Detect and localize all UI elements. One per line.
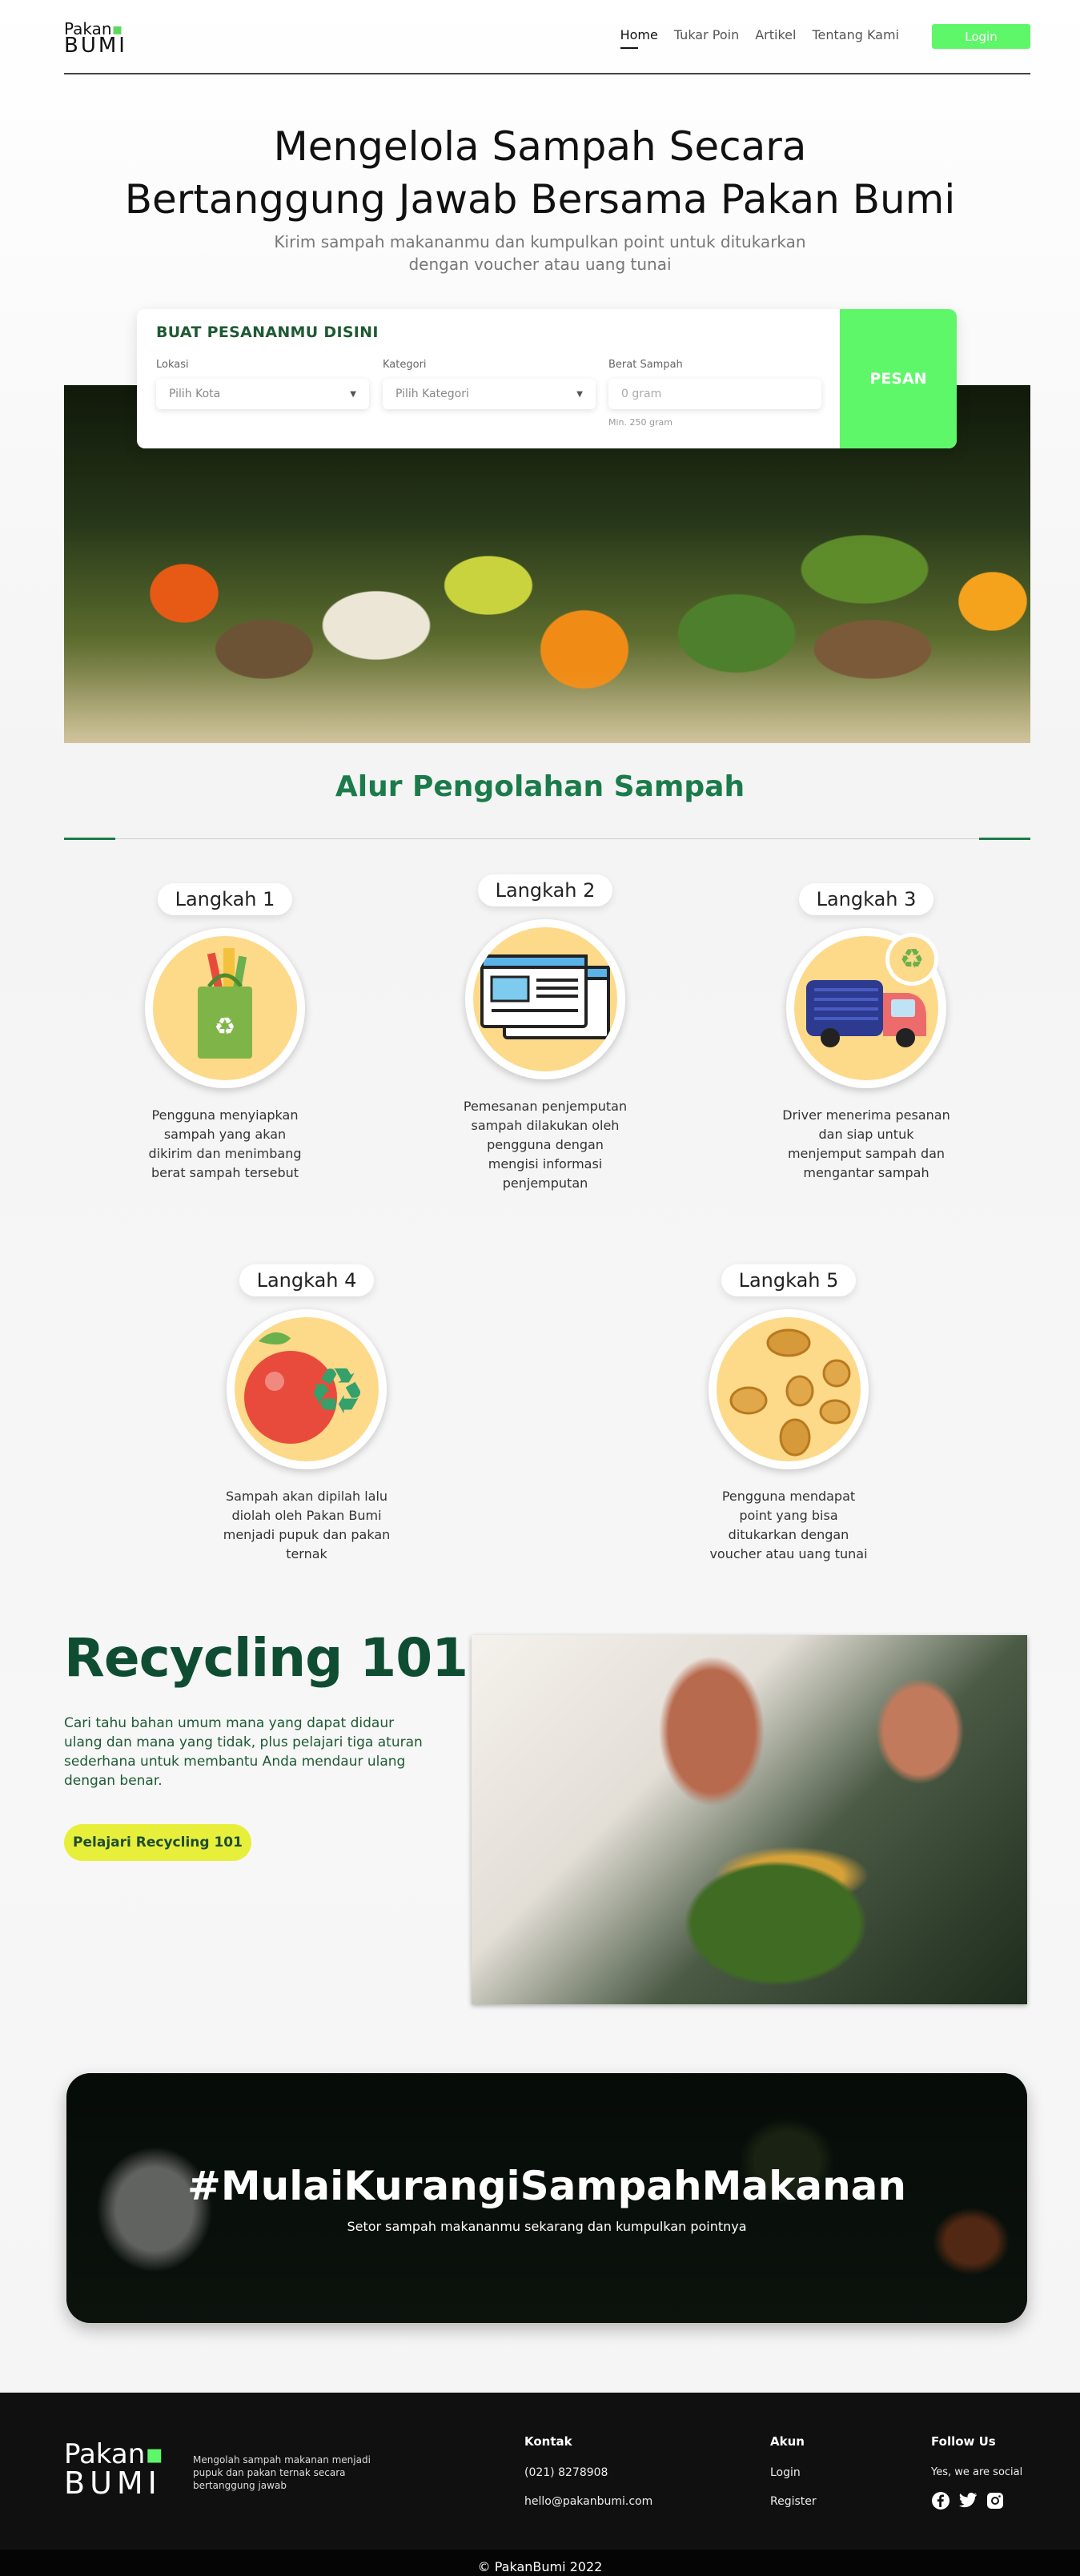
- facebook-icon[interactable]: [931, 2491, 950, 2510]
- step-description: Pengguna mendapat point yang bisa dituka…: [709, 1489, 868, 1561]
- campaign-banner: #MulaiKurangiSampahMakanan Setor sampah …: [66, 2073, 1027, 2323]
- footer-phone[interactable]: (021) 8278908: [524, 2466, 652, 2479]
- footer-contact: Kontak (021) 8278908 hello@pakanbumi.com: [524, 2434, 652, 2524]
- step-3: Langkah 3 ♻ Driver menerima pesanan dan …: [770, 883, 962, 1183]
- coins-icon: [717, 1317, 861, 1461]
- location-select-value: Pilih Kota: [169, 388, 221, 400]
- footer-logo[interactable]: Pakan▪ BUMI: [64, 2441, 163, 2498]
- footer-description: Mengolah sampah makanan menjadi pupuk da…: [193, 2454, 371, 2491]
- recycling-text: Cari tahu bahan umum mana yang dapat did…: [64, 1715, 423, 1789]
- footer-account: Akun Login Register: [770, 2434, 817, 2524]
- chevron-down-icon: ▼: [350, 389, 356, 399]
- login-button[interactable]: Login: [932, 24, 1030, 49]
- alur-title: Alur Pengolahan Sampah: [335, 770, 745, 803]
- logo-bottom-text: BUMI: [64, 34, 127, 58]
- category-field: Kategori Pilih Kategori ▼: [383, 359, 596, 409]
- location-select[interactable]: Pilih Kota ▼: [156, 379, 369, 409]
- location-label: Lokasi: [156, 359, 189, 371]
- nav-link-tukar-poin[interactable]: Tukar Poin: [674, 27, 739, 42]
- order-form-title: BUAT PESANANMU DISINI: [156, 324, 379, 341]
- nav-link-home[interactable]: Home: [620, 27, 658, 49]
- footer-follow-text: Yes, we are social: [931, 2466, 1023, 2478]
- recycling-title: Recycling 101: [64, 1627, 468, 1689]
- weight-hint: Min. 250 gram: [608, 417, 672, 428]
- apple-recycle-icon: ♻: [235, 1317, 379, 1461]
- step-label: Langkah 3: [798, 883, 934, 915]
- step-4: Langkah 4 ♻ Sampah akan dipilah lalu dio…: [211, 1264, 403, 1564]
- footer-follow-title: Follow Us: [931, 2434, 996, 2449]
- banner-title: #MulaiKurangiSampahMakanan: [187, 2163, 907, 2209]
- step-label: Langkah 1: [157, 883, 293, 915]
- svg-text:♻: ♻: [308, 1354, 366, 1429]
- step-description: Driver menerima pesanan dan siap untuk m…: [782, 1107, 950, 1180]
- footer-follow: Follow Us Yes, we are social: [931, 2434, 1022, 2510]
- recycle-badge-icon: ♻: [885, 933, 938, 986]
- location-field: Lokasi Pilih Kota ▼: [156, 359, 369, 409]
- shopping-bag-icon: ♻: [153, 936, 297, 1080]
- footer-account-title: Akun: [770, 2434, 805, 2449]
- step-2: Langkah 2 Pemesanan penjemputan sampah d…: [449, 874, 641, 1193]
- order-form: BUAT PESANANMU DISINI Lokasi Pilih Kota …: [137, 309, 957, 448]
- weight-label: Berat Sampah: [608, 359, 683, 371]
- weight-field: Berat Sampah 0 gram Min. 250 gram: [608, 359, 821, 428]
- hero-title-line2: Bertanggung Jawab Bersama Pakan Bumi: [124, 176, 956, 223]
- recycling-image: [472, 1635, 1027, 2004]
- chevron-down-icon: ▼: [576, 389, 583, 399]
- hero-subtitle-line1: Kirim sampah makananmu dan kumpulkan poi…: [274, 232, 806, 251]
- hero-title: Mengelola Sampah Secara Bertanggung Jawa…: [0, 120, 1080, 226]
- step-1: Langkah 1 ♻ Pengguna menyiapkan sampah y…: [129, 883, 321, 1183]
- nav-links: Home Tukar Poin Artikel Tentang Kami: [620, 27, 899, 49]
- banner-subtitle: Setor sampah makananmu sekarang dan kump…: [347, 2219, 747, 2234]
- instagram-icon[interactable]: [986, 2491, 1005, 2510]
- step-description: Pemesanan penjemputan sampah dilakukan o…: [463, 1099, 628, 1191]
- step-label: Langkah 4: [239, 1264, 375, 1296]
- category-select-value: Pilih Kategori: [395, 388, 469, 400]
- nav-link-tentang-kami[interactable]: Tentang Kami: [812, 27, 899, 42]
- footer-login-link[interactable]: Login: [770, 2466, 817, 2479]
- hero-subtitle: Kirim sampah makananmu dan kumpulkan poi…: [0, 231, 1080, 275]
- footer-contact-title: Kontak: [524, 2434, 572, 2449]
- learn-recycling-button[interactable]: Pelajari Recycling 101: [64, 1824, 251, 1861]
- weight-input[interactable]: 0 gram: [608, 379, 821, 409]
- twitter-icon[interactable]: [958, 2491, 978, 2510]
- step-label: Langkah 5: [721, 1264, 857, 1296]
- category-select[interactable]: Pilih Kategori ▼: [383, 379, 596, 409]
- svg-text:♻: ♻: [215, 1013, 236, 1041]
- browser-form-icon: [473, 927, 617, 1071]
- hero-subtitle-line2: dengan voucher atau uang tunai: [408, 255, 672, 274]
- copyright: © PakanBumi 2022: [0, 2550, 1080, 2576]
- step-label: Langkah 2: [477, 874, 613, 906]
- step-description: Pengguna menyiapkan sampah yang akan dik…: [148, 1107, 302, 1180]
- step-5: Langkah 5 Pengguna mendapat point yang b…: [693, 1264, 885, 1564]
- navbar: Pakan▪ BUMI Home Tukar Poin Artikel Tent…: [64, 0, 1030, 74]
- footer-logo-bottom: BUMI: [64, 2465, 162, 2501]
- logo[interactable]: Pakan▪ BUMI: [64, 21, 127, 56]
- weight-input-placeholder: 0 gram: [621, 388, 662, 400]
- category-label: Kategori: [383, 359, 427, 371]
- section-divider: [64, 838, 1030, 840]
- hero-title-line1: Mengelola Sampah Secara: [273, 123, 807, 170]
- footer: Pakan▪ BUMI Mengolah sampah makanan menj…: [0, 2393, 1080, 2550]
- footer-register-link[interactable]: Register: [770, 2495, 817, 2508]
- footer-email[interactable]: hello@pakanbumi.com: [524, 2495, 652, 2508]
- step-description: Sampah akan dipilah lalu diolah oleh Pak…: [223, 1489, 391, 1561]
- pesan-button[interactable]: PESAN: [840, 309, 957, 448]
- nav-link-artikel[interactable]: Artikel: [755, 27, 796, 42]
